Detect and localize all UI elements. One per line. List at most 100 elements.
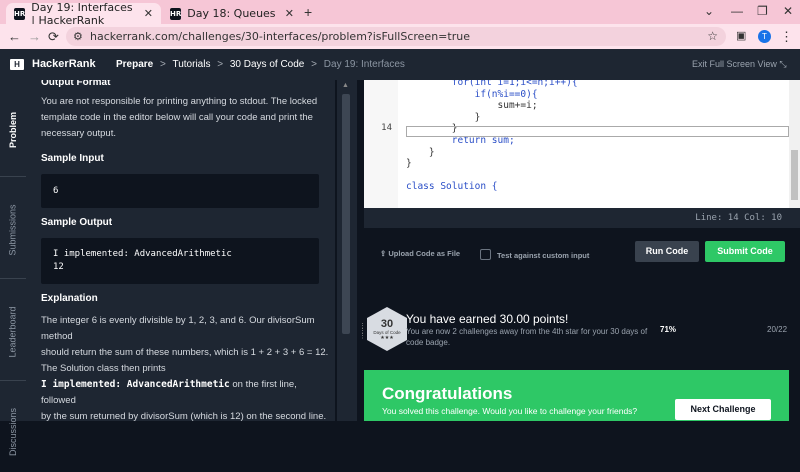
upload-label: Upload Code as File	[388, 249, 461, 258]
explanation-line: I implemented: AdvancedArithmetic on the…	[41, 377, 331, 409]
browser-tab-bar: HR Day 19: Interfaces | HackerRank ✕ HR …	[0, 0, 800, 27]
congrats-title: Congratulations	[382, 384, 513, 403]
breadcrumb-30-days[interactable]: 30 Days of Code	[230, 59, 305, 70]
scroll-thumb[interactable]	[791, 150, 798, 200]
scroll-thumb[interactable]	[342, 94, 350, 334]
next-challenge-button[interactable]: Next Challenge	[675, 399, 771, 420]
exit-fullscreen-label: Exit Full Screen View	[692, 59, 777, 69]
editor-actions: ⇪ Upload Code as File Test against custo…	[364, 228, 800, 283]
congratulations-banner: Congratulations You solved this challeng…	[364, 370, 789, 421]
tab-title: Day 19: Interfaces | HackerRank	[31, 0, 133, 27]
points-earned-panel: 30 Days of Code ★★★ You have earned 30.0…	[364, 283, 800, 365]
sidepanel-icon[interactable]: ▣	[736, 29, 746, 42]
forward-button[interactable]: →	[28, 29, 41, 44]
breadcrumb: Prepare > Tutorials > 30 Days of Code > …	[116, 59, 409, 70]
output-format-heading: Output Format	[41, 80, 111, 88]
tab-leaderboard[interactable]: Leaderboard	[0, 292, 26, 372]
line-number: 14	[381, 123, 392, 134]
menu-kebab-icon[interactable]: ⋮	[780, 29, 793, 45]
tab-leaderboard-label: Leaderboard	[8, 306, 19, 358]
tab-submissions-label: Submissions	[8, 204, 18, 256]
line-number-gutter	[364, 80, 398, 208]
url-field[interactable]: ⚙ hackerrank.com/challenges/30-interface…	[66, 27, 726, 46]
explanation-line: The Solution class then prints	[41, 363, 166, 374]
tab-problem-label: Problem	[8, 111, 19, 149]
cursor-position: Line: 14 Col: 10	[695, 213, 782, 223]
earned-title: You have earned 30.00 points!	[406, 312, 569, 326]
upload-code-link[interactable]: ⇪ Upload Code as File	[380, 249, 460, 258]
tab-discussions[interactable]: Discussions	[0, 392, 26, 472]
run-code-button[interactable]: Run Code	[635, 241, 699, 262]
breadcrumb-tutorials[interactable]: Tutorials	[172, 59, 210, 70]
code-line: }	[406, 158, 412, 170]
code-editor[interactable]: for(int i=1;i<=n;i++){ if(n%i==0){ sum+=…	[364, 80, 789, 208]
badge-stars-icon: ★★★	[380, 334, 394, 341]
exit-fullscreen-link[interactable]: Exit Full Screen View ⤡	[692, 59, 787, 70]
hackerrank-favicon-icon: HR	[14, 7, 26, 20]
site-info-icon[interactable]: ⚙	[73, 27, 83, 46]
earned-subtitle: You are now 2 challenges away from the 4…	[406, 327, 648, 347]
hackerrank-logo[interactable]: H HackerRank	[10, 58, 96, 70]
sample-output-heading: Sample Output	[41, 217, 113, 228]
profile-avatar[interactable]: T	[758, 30, 771, 43]
rail-divider	[0, 176, 26, 177]
badge-number: 30	[380, 317, 394, 330]
vertical-tab-rail: Problem Submissions Leaderboard Discussi…	[0, 80, 26, 456]
custom-input-label[interactable]: Test against custom input	[497, 251, 589, 260]
breadcrumb-current: Day 19: Interfaces	[323, 59, 405, 70]
rail-divider	[0, 278, 26, 279]
pane-resizer[interactable]: ⋮ ⋮ ⋮	[357, 80, 366, 421]
code-line: }	[406, 146, 435, 158]
tab-submissions[interactable]: Submissions	[0, 190, 26, 270]
back-button[interactable]: ←	[8, 29, 21, 44]
tab-title: Day 18: Queues and Stacks Di...	[187, 7, 275, 20]
breadcrumb-separator: >	[160, 59, 166, 70]
sample-input-box: 6	[41, 174, 319, 208]
tab-search-icon[interactable]: ⌄	[704, 4, 714, 18]
minimize-button[interactable]: —	[731, 4, 743, 18]
code-line: }	[406, 111, 481, 123]
upload-icon: ⇪	[380, 249, 387, 258]
hackerrank-header: H HackerRank Prepare > Tutorials > 30 Day…	[0, 49, 800, 80]
scroll-up-icon[interactable]: ▲	[342, 82, 349, 89]
tab-day19[interactable]: HR Day 19: Interfaces | HackerRank ✕	[6, 0, 161, 27]
badge-hexagon: 30 Days of Code ★★★	[367, 307, 407, 351]
close-tab-icon[interactable]: ✕	[144, 7, 153, 20]
restore-button[interactable]: ❐	[757, 4, 768, 18]
badge-progress-percent: 71%	[660, 325, 677, 334]
breadcrumb-separator: >	[217, 59, 224, 70]
collapse-icon: ⤡	[779, 59, 787, 69]
close-tab-icon[interactable]: ✕	[285, 7, 294, 20]
code-line: class Solution {	[406, 181, 498, 193]
address-bar-row: ← → ⟳ ⚙ hackerrank.com/challenges/30-int…	[0, 24, 800, 49]
reload-icon[interactable]: ⟳	[48, 29, 59, 45]
explanation-code: I implemented: AdvancedArithmetic	[41, 379, 230, 390]
bookmark-star-icon[interactable]: ☆	[707, 27, 718, 46]
code-line: for(int i=1;i<=n;i++){	[406, 80, 578, 88]
sample-input-heading: Sample Input	[41, 153, 104, 164]
hackerrank-logo-icon: H	[10, 59, 24, 70]
tab-day18[interactable]: HR Day 18: Queues and Stacks Di... ✕	[162, 3, 302, 24]
tab-discussions-label: Discussions	[8, 407, 19, 457]
sample-input-value: 6	[53, 186, 59, 196]
editor-status-bar: Line: 14 Col: 10	[364, 208, 800, 228]
editor-scrollbar[interactable]	[789, 80, 800, 208]
close-window-button[interactable]: ✕	[783, 4, 793, 18]
explanation-line: should return the sum of these numbers, …	[41, 347, 329, 358]
explanation-line: by the sum returned by divisorSum (which…	[41, 411, 327, 421]
new-tab-button[interactable]: +	[304, 4, 312, 20]
breadcrumb-separator: >	[311, 59, 317, 70]
hackerrank-favicon-icon: HR	[170, 7, 182, 20]
badge-progress-count: 20/22	[767, 325, 788, 334]
submit-code-button[interactable]: Submit Code	[705, 241, 785, 262]
sample-output-line: I implemented: AdvancedArithmetic	[53, 249, 232, 259]
problem-scrollbar[interactable]: ▲	[337, 80, 357, 421]
breadcrumb-prepare[interactable]: Prepare	[116, 59, 153, 70]
custom-input-checkbox[interactable]	[480, 249, 491, 260]
explanation-text: The integer 6 is evenly divisible by 1, …	[41, 313, 331, 421]
url-text: hackerrank.com/challenges/30-interfaces/…	[90, 30, 470, 43]
problem-pane: Output Format You are not responsible fo…	[26, 80, 335, 421]
congrats-subtitle: You solved this challenge. Would you lik…	[382, 406, 638, 416]
explanation-line: The integer 6 is evenly divisible by 1, …	[41, 315, 315, 342]
tab-problem[interactable]: Problem	[0, 90, 26, 170]
